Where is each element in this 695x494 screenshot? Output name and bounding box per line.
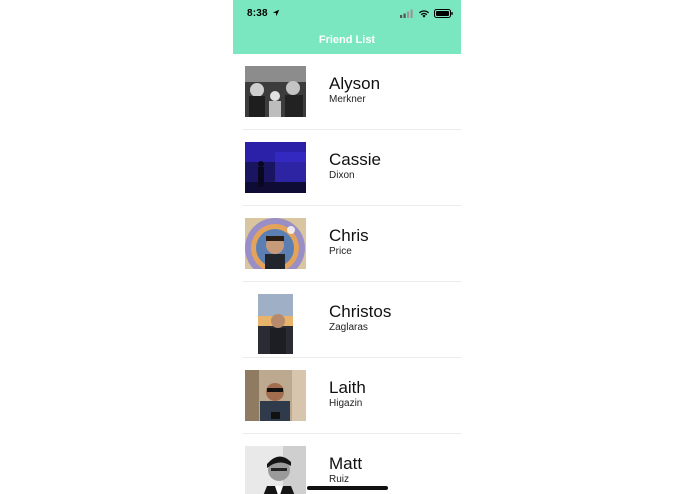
friend-last-name: Zaglaras: [329, 322, 368, 333]
friend-last-name: Higazin: [329, 398, 363, 409]
battery-icon: [434, 9, 453, 18]
friend-avatar: [258, 294, 293, 354]
friend-row[interactable]: Laith Higazin: [233, 358, 461, 434]
friend-avatar: [245, 446, 306, 494]
friend-last-name: Merkner: [329, 94, 366, 105]
page: 8:38 Friend List Alyson Merkner Cassie D…: [0, 0, 695, 494]
friend-first-name: Alyson: [329, 74, 381, 93]
friend-avatar: [245, 370, 306, 421]
nav-title: Friend List: [318, 34, 376, 46]
friend-row[interactable]: Christos Zaglaras: [233, 282, 461, 358]
friend-row[interactable]: Alyson Merkner: [233, 54, 461, 130]
status-indicators: [400, 9, 453, 18]
friend-first-name: Laith: [329, 378, 366, 397]
navigation-bar: Friend List: [233, 28, 461, 54]
friend-row[interactable]: Matt Ruiz: [233, 434, 461, 494]
location-arrow-icon: [272, 9, 280, 17]
friend-avatar: [245, 66, 306, 117]
friend-first-name: Cassie: [329, 150, 381, 169]
status-bar: 8:38: [233, 0, 461, 28]
friend-avatar: [245, 218, 306, 269]
friend-first-name: Christos: [329, 302, 392, 321]
phone-screen: 8:38 Friend List Alyson Merkner Cassie D…: [233, 0, 461, 494]
friend-avatar: [245, 142, 306, 193]
friend-last-name: Dixon: [329, 170, 355, 181]
wifi-icon: [419, 10, 429, 18]
friend-first-name: Matt: [329, 454, 363, 473]
friend-row[interactable]: Chris Price: [233, 206, 461, 282]
friend-row[interactable]: Cassie Dixon: [233, 130, 461, 206]
friend-first-name: Chris: [329, 226, 369, 245]
signal-icon: [400, 9, 413, 18]
home-indicator[interactable]: [307, 486, 388, 490]
friend-last-name: Price: [329, 246, 352, 257]
status-time: 8:38: [247, 8, 268, 19]
friend-last-name: Ruiz: [329, 474, 350, 485]
